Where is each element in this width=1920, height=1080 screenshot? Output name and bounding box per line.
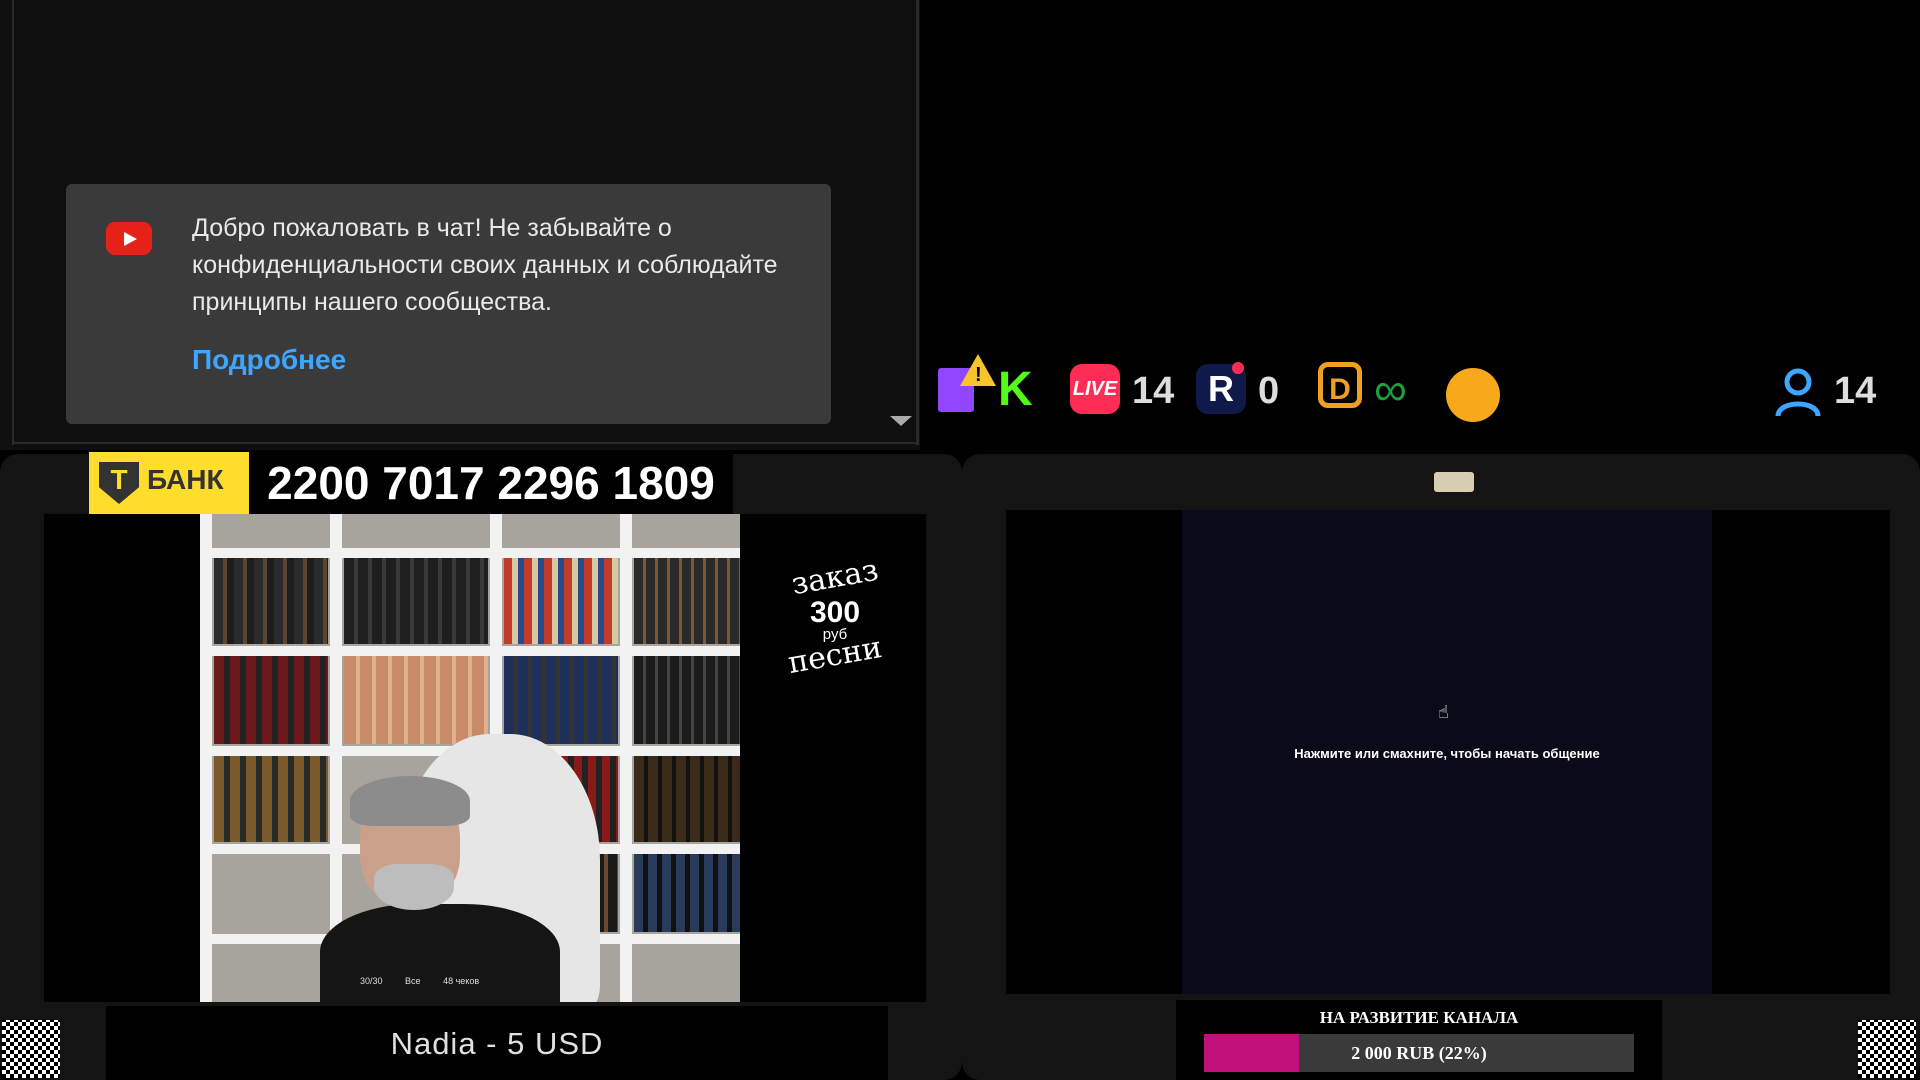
warning-mark: ! [975, 364, 982, 386]
orange-circle-icon [1446, 368, 1500, 422]
start-chat-hint: Нажмите или смахните, чтобы начать общен… [1294, 746, 1600, 761]
hand-pointer-icon: ☝ [1438, 702, 1449, 722]
checks-label: 48 чеков [443, 976, 480, 986]
webcam-video: 30/30 Все 48 чеков [200, 514, 740, 1002]
rutube-dot [1232, 362, 1244, 374]
goal-progress-label: 2 000 RUB (22%) [1351, 1043, 1487, 1063]
infinity-icon: ∞ [1374, 363, 1407, 415]
qr-code [2, 1020, 60, 1078]
viewer-icon [1775, 368, 1821, 417]
goal-progress-bar: 2 000 RUB (22%) [1204, 1034, 1634, 1072]
divider [916, 0, 919, 445]
qr-code [1858, 1020, 1916, 1078]
kick-icon: K [998, 363, 1033, 416]
dlive-icon: D [1318, 362, 1362, 408]
laptop-webcam [1434, 472, 1474, 492]
bank-letter: T [110, 464, 128, 495]
scroll-down-icon[interactable] [890, 416, 912, 426]
last-donation-bar: Nadia - 5 USD [106, 1006, 888, 1080]
divider [12, 0, 14, 445]
goal-title: НА РАЗВИТИЕ КАНАЛА [1319, 1008, 1519, 1027]
bank-logo: T БАНК [89, 452, 249, 514]
chat-welcome-text: Добро пожаловать в чат! Не забывайте о к… [192, 214, 778, 316]
total-viewer-count: 14 [1834, 370, 1877, 412]
platform-status-bar: ! K LIVE 14 R 0 D ∞ 14 [920, 350, 1920, 434]
song-order-price: 300 [809, 596, 861, 629]
youtube-icon [106, 222, 152, 255]
camera-overlay-bar: 30/30 Все 48 чеков [360, 976, 620, 996]
song-order-badge: заказ 300 руб песни [770, 553, 900, 681]
chat-panel: Добро пожаловать в чат! Не забывайте о к… [0, 0, 920, 450]
card-number: 2200 7017 2296 1809 [249, 452, 733, 514]
counter-badge: 30/30 [360, 976, 383, 986]
donation-goal: НА РАЗВИТИЕ КАНАЛА 2 000 RUB (22%) [1176, 1000, 1662, 1080]
streamer [320, 734, 600, 1002]
bank-name: БАНК [147, 464, 224, 495]
divider [12, 442, 918, 444]
vklive-viewer-count: 14 [1132, 370, 1175, 412]
more-info-link[interactable]: Подробнее [192, 344, 346, 376]
rutube-viewer-count: 0 [1258, 370, 1280, 412]
last-donation-text: Nadia - 5 USD [390, 1026, 604, 1061]
filter-label: Все [405, 976, 421, 986]
vklive-icon: LIVE [1070, 364, 1120, 414]
